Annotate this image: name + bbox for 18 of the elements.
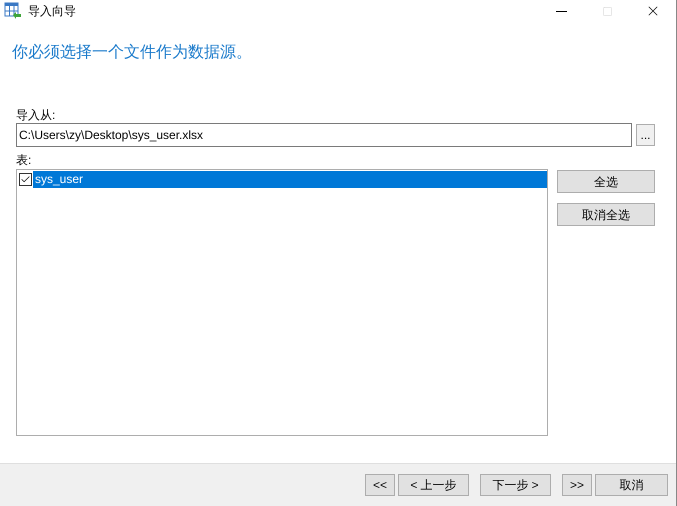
check-icon (20, 174, 31, 185)
side-button[interactable]: 取消全选 (557, 203, 655, 226)
heading: 你必须选择一个文件作为数据源。 (12, 42, 253, 63)
wizard-button[interactable]: 下一步 > (480, 474, 551, 496)
table-checkbox[interactable] (19, 173, 32, 186)
wizard-button[interactable]: < 上一步 (398, 474, 469, 496)
minimize-icon (556, 10, 566, 12)
wizard-button[interactable]: << (365, 474, 395, 496)
table-item[interactable]: sys_user (33, 171, 547, 188)
side-button[interactable]: 全选 (557, 170, 655, 193)
browse-button[interactable]: ... (636, 124, 655, 146)
wizard-button[interactable]: 取消 (595, 474, 668, 496)
maximize-icon (602, 6, 612, 16)
window-title: 导入向导 (28, 3, 76, 20)
wizard-button[interactable]: >> (562, 474, 592, 496)
file-path-field[interactable]: C:\Users\zy\Desktop\sys_user.xlsx (16, 123, 632, 147)
tables-label: 表: (16, 153, 32, 167)
import-from-label: 导入从: (16, 108, 56, 122)
